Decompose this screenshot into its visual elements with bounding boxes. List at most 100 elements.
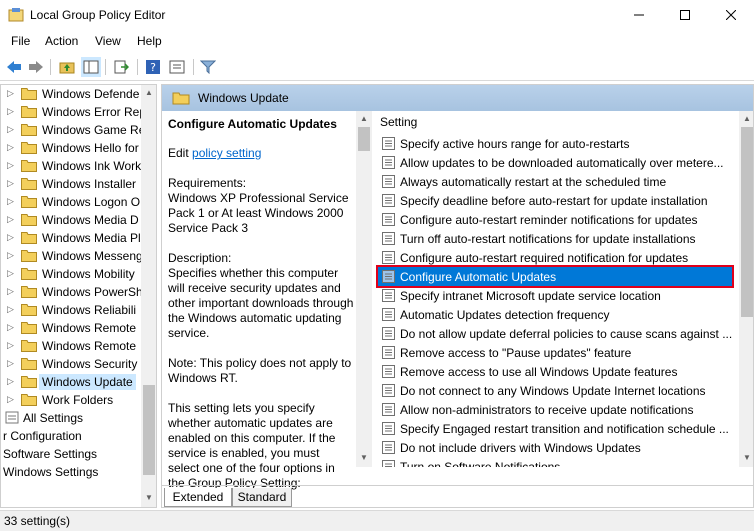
- setting-label: Allow updates to be downloaded automatic…: [400, 156, 724, 170]
- up-folder-button[interactable]: [57, 57, 77, 77]
- tab-extended[interactable]: Extended: [164, 488, 232, 507]
- menu-view[interactable]: View: [95, 34, 121, 48]
- expand-arrow-icon[interactable]: ▷: [7, 286, 15, 296]
- properties-button[interactable]: [167, 57, 187, 77]
- maximize-button[interactable]: [662, 0, 708, 30]
- tree-item[interactable]: ▷ Windows Reliabili: [1, 301, 141, 319]
- expand-arrow-icon[interactable]: ▷: [7, 340, 15, 350]
- tree-item-label: r Configuration: [3, 429, 82, 443]
- scroll-down-icon[interactable]: ▼: [145, 493, 153, 502]
- expand-arrow-icon[interactable]: ▷: [7, 124, 15, 134]
- expand-arrow-icon[interactable]: ▷: [7, 160, 15, 170]
- tree-item[interactable]: ▷ Windows PowerSh: [1, 283, 143, 301]
- forward-button[interactable]: [26, 57, 46, 77]
- description-scroll-thumb[interactable]: [358, 127, 370, 151]
- setting-row[interactable]: Turn off auto-restart notifications for …: [378, 229, 732, 248]
- menu-help[interactable]: Help: [137, 34, 162, 48]
- setting-label: Remove access to use all Windows Update …: [400, 365, 678, 379]
- filter-button[interactable]: [198, 57, 218, 77]
- settings-list[interactable]: Setting Specify active hours range for a…: [374, 111, 738, 467]
- tab-standard[interactable]: Standard: [232, 488, 292, 507]
- expand-arrow-icon[interactable]: ▷: [7, 214, 15, 224]
- setting-row[interactable]: Configure auto-restart required notifica…: [378, 248, 732, 267]
- policy-setting-icon: [382, 308, 395, 321]
- tree-scroll-thumb[interactable]: [143, 385, 155, 475]
- tree-item[interactable]: ▷ Windows Remote: [1, 319, 141, 337]
- expand-arrow-icon[interactable]: ▷: [7, 142, 15, 152]
- tree-item[interactable]: ▷ Windows Media Pl: [1, 229, 141, 247]
- settings-scroll-thumb[interactable]: [741, 127, 753, 317]
- description-scrollbar[interactable]: ▲ ▼: [356, 111, 372, 467]
- tree-item-configuration[interactable]: r Configuration: [1, 427, 141, 445]
- tree-item[interactable]: ▷ Windows Logon O: [1, 193, 141, 211]
- setting-row[interactable]: Configure auto-restart reminder notifica…: [378, 210, 732, 229]
- setting-row[interactable]: Do not connect to any Windows Update Int…: [378, 381, 732, 400]
- show-hide-tree-button[interactable]: [81, 57, 101, 77]
- scroll-up-icon[interactable]: ▲: [360, 114, 368, 123]
- expand-arrow-icon[interactable]: ▷: [7, 322, 15, 332]
- back-button[interactable]: [4, 57, 24, 77]
- close-button[interactable]: [708, 0, 754, 30]
- help-button[interactable]: ?: [143, 57, 163, 77]
- tree-item[interactable]: ▷ Work Folders: [1, 391, 141, 409]
- setting-row[interactable]: Specify deadline before auto-restart for…: [378, 191, 732, 210]
- menu-action[interactable]: Action: [45, 34, 78, 48]
- menu-file[interactable]: File: [11, 34, 30, 48]
- tree-item-label: Windows Media D: [42, 213, 139, 227]
- setting-row[interactable]: Allow non-administrators to receive upda…: [378, 400, 732, 419]
- tree-item-all-settings[interactable]: All Settings: [1, 409, 141, 427]
- expand-arrow-icon[interactable]: ▷: [7, 88, 15, 98]
- tree-item[interactable]: ▷ Windows Game Re: [1, 121, 145, 139]
- tree-item-windows-settings[interactable]: Windows Settings: [1, 463, 141, 481]
- minimize-button[interactable]: [616, 0, 662, 30]
- scroll-down-icon[interactable]: ▼: [360, 453, 368, 462]
- tree-item-software-settings[interactable]: Software Settings: [1, 445, 141, 463]
- setting-row[interactable]: Remove access to use all Windows Update …: [378, 362, 732, 381]
- tree-item[interactable]: ▷ Windows Hello for: [1, 139, 141, 157]
- scroll-up-icon[interactable]: ▲: [743, 114, 751, 123]
- expand-arrow-icon[interactable]: ▷: [7, 268, 15, 278]
- setting-row[interactable]: Do not allow update deferral policies to…: [378, 324, 732, 343]
- export-list-button[interactable]: [111, 57, 131, 77]
- expand-arrow-icon[interactable]: ▷: [7, 178, 15, 188]
- tree-item[interactable]: ▷ Windows Security: [1, 355, 141, 373]
- expand-arrow-icon[interactable]: ▷: [7, 196, 15, 206]
- scroll-down-icon[interactable]: ▼: [743, 453, 751, 462]
- tree-item[interactable]: ▷ Windows Installer: [1, 175, 141, 193]
- setting-row[interactable]: Do not include drivers with Windows Upda…: [378, 438, 732, 457]
- tree-item[interactable]: ▷ Windows Error Rep: [1, 103, 146, 121]
- expand-arrow-icon[interactable]: ▷: [7, 106, 15, 116]
- tree-item[interactable]: ▷ Windows Defende: [1, 85, 141, 103]
- expand-arrow-icon[interactable]: ▷: [7, 376, 15, 386]
- setting-row[interactable]: Automatic Updates detection frequency: [378, 305, 732, 324]
- requirements-text: Requirements: Windows XP Professional Se…: [168, 176, 349, 235]
- setting-row[interactable]: Remove access to "Pause updates" feature: [378, 343, 732, 362]
- setting-row[interactable]: Specify intranet Microsoft update servic…: [378, 286, 732, 305]
- column-header-setting[interactable]: Setting: [380, 115, 417, 129]
- setting-row[interactable]: Specify active hours range for auto-rest…: [378, 134, 732, 153]
- tree-item[interactable]: ▷ Windows Ink Work: [1, 157, 141, 175]
- expand-arrow-icon[interactable]: ▷: [7, 250, 15, 260]
- scroll-up-icon[interactable]: ▲: [145, 88, 153, 97]
- setting-row[interactable]: Specify Engaged restart transition and n…: [378, 419, 732, 438]
- setting-row[interactable]: Always automatically restart at the sche…: [378, 172, 732, 191]
- tree-item[interactable]: ▷ Windows Remote: [1, 337, 141, 355]
- tree-item[interactable]: ▷ Windows Media D: [1, 211, 141, 229]
- export-icon: [114, 60, 129, 74]
- setting-label: Configure Automatic Updates: [400, 270, 557, 284]
- tree-item[interactable]: ▷ Windows Update: [1, 373, 141, 391]
- setting-label: Do not include drivers with Windows Upda…: [400, 441, 641, 455]
- setting-row[interactable]: Configure Automatic Updates: [376, 265, 734, 288]
- expand-arrow-icon[interactable]: ▷: [7, 232, 15, 242]
- setting-row[interactable]: Turn on Software Notifications: [378, 457, 732, 467]
- tree-item[interactable]: ▷ Windows Messeng: [1, 247, 143, 265]
- expand-arrow-icon[interactable]: ▷: [7, 358, 15, 368]
- tree-scrollbar[interactable]: ▲ ▼: [141, 85, 156, 507]
- expand-arrow-icon[interactable]: ▷: [7, 394, 15, 404]
- console-tree[interactable]: ▷ Windows Defende ▷ Windows Error Rep ▷ Windo…: [0, 84, 157, 508]
- tree-item[interactable]: ▷ Windows Mobility: [1, 265, 141, 283]
- expand-arrow-icon[interactable]: ▷: [7, 304, 15, 314]
- settings-scrollbar[interactable]: ▲ ▼: [739, 111, 753, 467]
- policy-setting-link[interactable]: policy setting: [192, 146, 261, 160]
- setting-row[interactable]: Allow updates to be downloaded automatic…: [378, 153, 732, 172]
